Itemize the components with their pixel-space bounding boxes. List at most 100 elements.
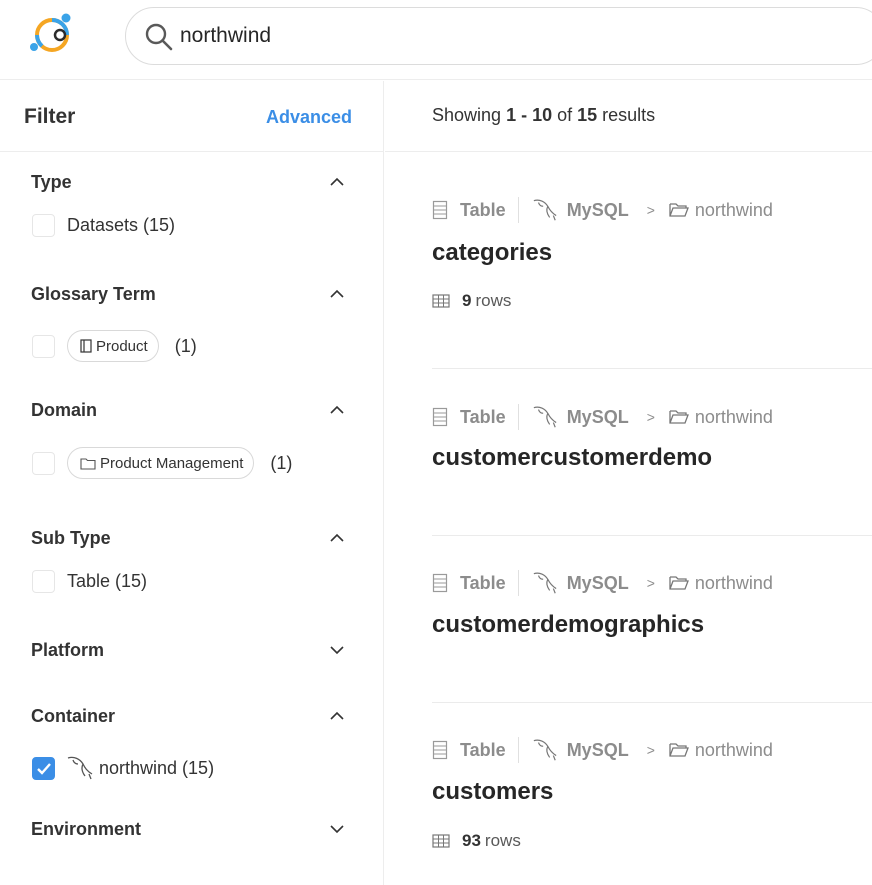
platform-link[interactable]: MySQL <box>567 740 629 761</box>
checkbox[interactable] <box>32 451 55 475</box>
mysql-dolphin-icon <box>533 199 557 221</box>
tag-label: Product <box>96 337 148 355</box>
table-grid-icon <box>432 294 450 308</box>
top-header <box>0 0 872 80</box>
facet-option-table[interactable]: Table (15) <box>32 567 147 595</box>
platform-link[interactable]: MySQL <box>567 200 629 221</box>
breadcrumb-separator: > <box>646 409 655 425</box>
entity-type: Table <box>460 739 506 760</box>
folder-open-icon <box>669 203 689 217</box>
search-bar[interactable] <box>125 7 872 65</box>
option-label: northwind (15) <box>99 757 215 778</box>
row-count: 9 rows <box>432 291 511 311</box>
container-link[interactable]: northwind <box>695 740 773 761</box>
result-card[interactable]: Table MySQL > northwind customerdemograp… <box>432 570 872 670</box>
container-link[interactable]: northwind <box>695 200 773 221</box>
chevron-up-icon[interactable] <box>328 288 346 300</box>
chevron-down-icon[interactable] <box>328 644 346 656</box>
row-count-value: 9 <box>462 291 472 310</box>
result-divider <box>432 368 872 369</box>
result-card[interactable]: Table MySQL > northwind customercustomer… <box>432 404 872 504</box>
platform-link[interactable]: MySQL <box>567 573 629 594</box>
facet-option-product-management[interactable]: Product Management (1) <box>32 447 293 479</box>
divider <box>517 404 519 430</box>
option-label: Datasets (15) <box>67 214 176 235</box>
chevron-up-icon[interactable] <box>328 404 346 416</box>
divider <box>517 197 519 223</box>
divider <box>517 737 519 763</box>
facet-title-domain[interactable]: Domain <box>31 400 97 421</box>
advanced-filter-link[interactable]: Advanced <box>266 107 352 128</box>
facet-title-type[interactable]: Type <box>31 172 72 193</box>
facet-title-sub-type[interactable]: Sub Type <box>31 528 111 549</box>
folder-open-icon <box>669 410 689 424</box>
mysql-dolphin-icon <box>67 756 93 780</box>
row-count-label: rows <box>475 291 512 310</box>
book-icon <box>80 339 92 353</box>
result-title-link[interactable]: customerdemographics <box>432 611 704 639</box>
row-count: 93 rows <box>432 831 521 851</box>
mysql-dolphin-icon <box>533 572 557 594</box>
chevron-up-icon[interactable] <box>328 176 346 188</box>
chevron-down-icon[interactable] <box>328 823 346 835</box>
entity-type: Table <box>460 572 506 593</box>
search-icon <box>145 23 173 51</box>
table-icon <box>432 740 448 760</box>
breadcrumb-separator: > <box>646 202 655 218</box>
results-header: Showing 1 - 10 of 15 results <box>385 81 872 152</box>
result-divider <box>432 535 872 536</box>
facet-title-platform[interactable]: Platform <box>31 640 104 661</box>
result-title-link[interactable]: categories <box>432 239 552 267</box>
filter-title: Filter <box>24 105 76 128</box>
checkmark-icon <box>37 762 51 775</box>
platform-link[interactable]: MySQL <box>567 407 629 428</box>
filter-sidebar: Filter Advanced Type Datasets (15) Gloss… <box>0 81 384 885</box>
app-logo-icon[interactable] <box>20 8 82 58</box>
facet-option-northwind[interactable]: northwind (15) <box>32 754 214 782</box>
result-title-link[interactable]: customercustomerdemo <box>432 444 712 472</box>
result-title-link[interactable]: customers <box>432 778 553 806</box>
row-count-value: 93 <box>462 831 481 850</box>
checkbox[interactable] <box>32 213 55 237</box>
entity-type: Table <box>460 199 506 220</box>
table-icon <box>432 200 448 220</box>
checkbox[interactable] <box>32 334 55 358</box>
facet-option-product[interactable]: Product (1) <box>32 330 197 362</box>
folder-icon <box>80 457 96 470</box>
glossary-term-tag[interactable]: Product <box>67 330 159 362</box>
filter-header: Filter Advanced <box>0 81 383 152</box>
result-meta: Table MySQL > northwind <box>432 570 773 596</box>
result-meta: Table MySQL > northwind <box>432 404 773 430</box>
results-summary: Showing 1 - 10 of 15 results <box>432 105 656 125</box>
container-link[interactable]: northwind <box>695 573 773 594</box>
breadcrumb-separator: > <box>646 742 655 758</box>
search-results: Showing 1 - 10 of 15 results Table MySQL… <box>385 81 872 885</box>
chevron-up-icon[interactable] <box>328 532 346 544</box>
checkbox-checked[interactable] <box>32 756 55 780</box>
result-meta: Table MySQL > northwind <box>432 197 773 223</box>
facet-title-glossary-term[interactable]: Glossary Term <box>31 284 156 305</box>
facet-title-container[interactable]: Container <box>31 706 115 727</box>
result-card[interactable]: Table MySQL > northwind categories 9 row… <box>432 197 872 337</box>
checkbox[interactable] <box>32 569 55 593</box>
row-count-label: rows <box>484 831 521 850</box>
option-count: (1) <box>270 452 293 473</box>
mysql-dolphin-icon <box>533 739 557 761</box>
divider <box>517 570 519 596</box>
result-card[interactable]: Table MySQL > northwind customers 93 row… <box>432 737 872 877</box>
table-icon <box>432 407 448 427</box>
result-meta: Table MySQL > northwind <box>432 737 773 763</box>
option-count: (1) <box>174 335 197 356</box>
table-grid-icon <box>432 834 450 848</box>
facet-title-environment[interactable]: Environment <box>31 819 141 840</box>
breadcrumb-separator: > <box>646 575 655 591</box>
result-divider <box>432 702 872 703</box>
tag-label: Product Management <box>100 454 244 472</box>
option-label: Table (15) <box>67 570 148 591</box>
chevron-up-icon[interactable] <box>328 710 346 722</box>
container-link[interactable]: northwind <box>695 407 773 428</box>
domain-tag[interactable]: Product Management <box>67 447 255 479</box>
mysql-dolphin-icon <box>533 406 557 428</box>
search-input[interactable] <box>180 20 780 52</box>
facet-option-datasets[interactable]: Datasets (15) <box>32 211 175 239</box>
